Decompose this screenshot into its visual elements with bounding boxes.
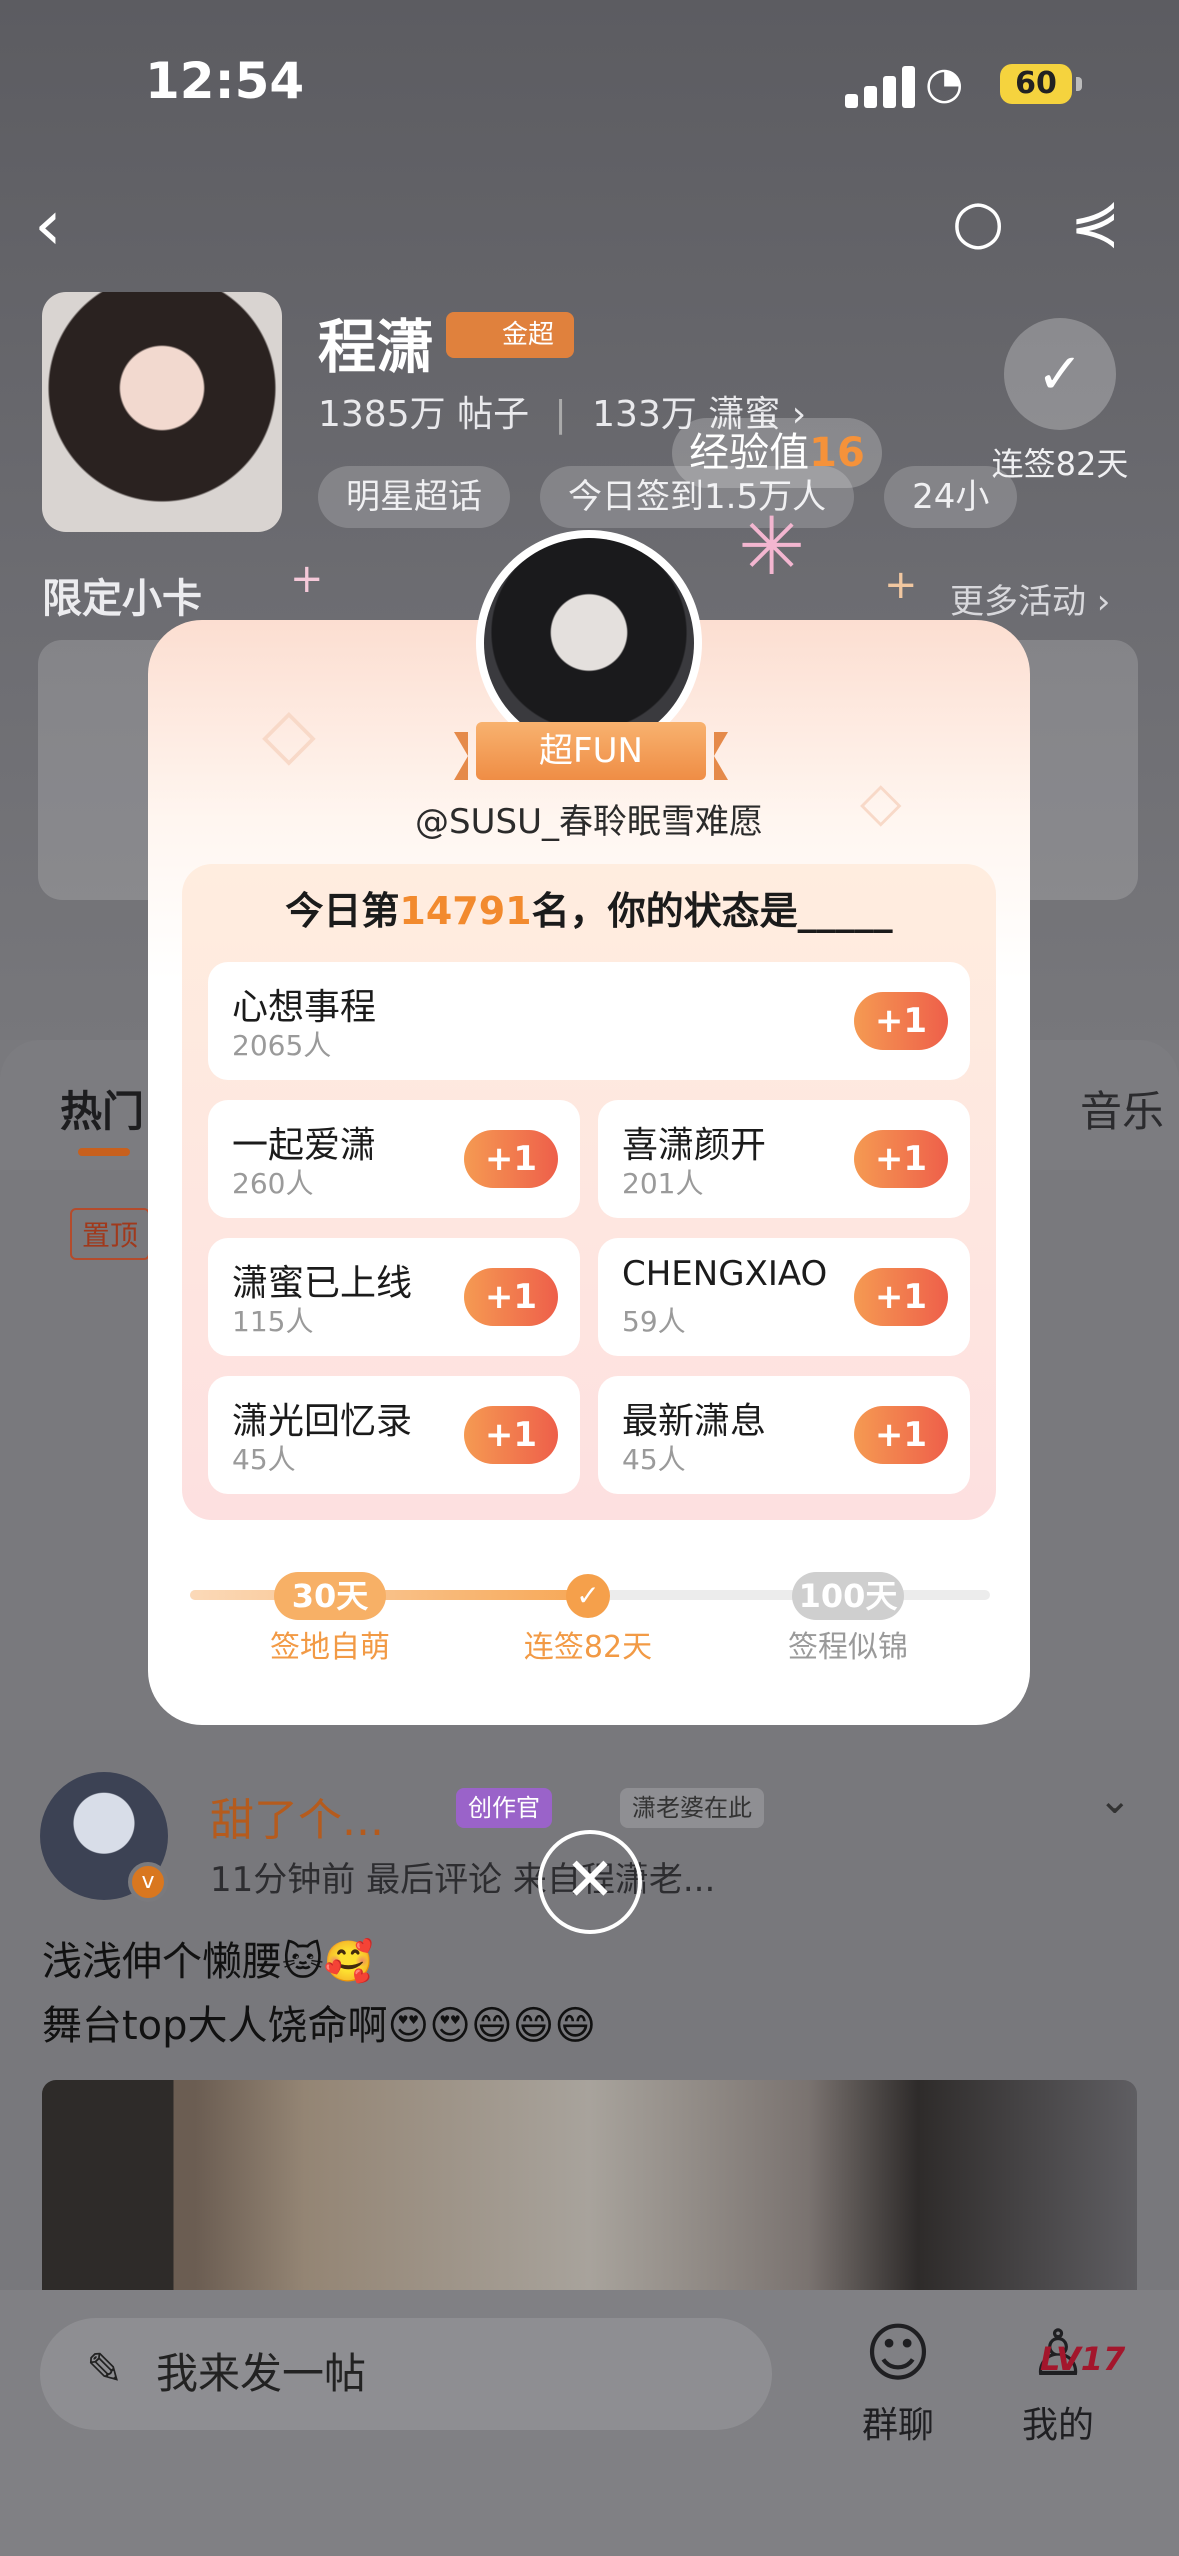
status-option-label: 喜潇颜开: [622, 1125, 767, 1166]
tab-indicator: [78, 1148, 130, 1156]
milestone-100-pill: 100天: [792, 1572, 904, 1620]
calendar-check-icon: ✓: [1004, 318, 1116, 430]
pen-icon: ✎: [86, 2344, 123, 2395]
post-line-1: 浅浅伸个懒腰🐱🥰: [42, 1939, 374, 1985]
limited-cards-title: 限定小卡: [42, 576, 202, 622]
share-icon[interactable]: ⋞: [1070, 192, 1120, 252]
modal-username: @SUSU_春聆眠雪难愿: [415, 802, 763, 842]
fan-tag: 潇老婆在此: [620, 1788, 764, 1828]
verified-icon: v: [128, 1862, 168, 1902]
checkin-streak: 连签82天: [991, 445, 1129, 483]
topic-avatar: [42, 292, 282, 532]
tab-music[interactable]: 音乐: [1080, 1078, 1164, 1139]
exp-label: 经验值: [689, 430, 810, 476]
checkin-status[interactable]: ✓ 连签82天: [990, 318, 1130, 486]
diamond-decoration: ◇: [262, 692, 316, 774]
rank-number: 14791: [399, 889, 532, 933]
gold-super-badge: 金超: [446, 312, 574, 358]
burst-decoration: ✳: [738, 500, 806, 593]
mine-label: 我的: [1021, 2405, 1094, 2446]
status-option-count: 115人: [232, 1305, 314, 1338]
creator-tag: 创作官: [456, 1788, 552, 1828]
compose-input[interactable]: 我来发一帖: [40, 2318, 772, 2430]
check-icon: ✓: [566, 1574, 610, 1618]
plus-one-button[interactable]: +1: [854, 1406, 948, 1464]
post-text: 浅浅伸个懒腰🐱🥰 舞台top大人饶命啊😍😍😄😄😄: [42, 1930, 596, 2058]
status-option-label: 潇光回忆录: [232, 1401, 413, 1442]
status-option-count: 201人: [622, 1167, 704, 1200]
mine-button[interactable]: ♙ 我的: [998, 2312, 1118, 2448]
status-option[interactable]: 潇蜜已上线 115人 +1: [208, 1238, 580, 1356]
status-option-count: 45人: [622, 1443, 686, 1476]
group-chat-label: 群聊: [861, 2405, 934, 2446]
chip-star-topic[interactable]: 明星超话: [318, 466, 510, 528]
more-activities-link[interactable]: 更多活动 ›: [950, 574, 1110, 623]
group-chat-button[interactable]: ☺ 群聊: [838, 2312, 958, 2448]
plus-one-button[interactable]: +1: [854, 1130, 948, 1188]
search-icon[interactable]: ○: [952, 192, 1004, 252]
status-time: 12:54: [145, 52, 305, 110]
back-icon[interactable]: ‹: [34, 190, 62, 260]
battery-icon: 60: [1000, 64, 1082, 104]
super-fun-ribbon: 超FUN: [454, 722, 728, 780]
status-option[interactable]: 潇光回忆录 45人 +1: [208, 1376, 580, 1494]
sparkle-decoration: +: [290, 556, 324, 602]
status-option-label: 最新潇息: [622, 1401, 767, 1442]
pinned-badge: 置顶: [70, 1208, 151, 1260]
plus-one-button[interactable]: +1: [854, 1268, 948, 1326]
chevron-down-icon[interactable]: ⌄: [1098, 1780, 1132, 1820]
exp-bubble: 经验值16: [672, 418, 882, 488]
status-option[interactable]: CHENGXIAO 59人 +1: [598, 1238, 970, 1356]
post-author-name[interactable]: 甜了个...: [210, 1784, 384, 1848]
post-line-2: 舞台top大人饶命啊😍😍😄😄😄: [42, 2003, 597, 2049]
milestone-current-label: 连签82天: [523, 1630, 653, 1665]
rank-prefix: 今日第: [285, 889, 400, 933]
plus-one-button[interactable]: +1: [464, 1268, 558, 1326]
milestone-100-label: 签程似锦: [788, 1630, 908, 1665]
plus-one-button[interactable]: +1: [854, 992, 948, 1050]
posts-count: 1385万: [318, 394, 446, 435]
status-option-count: 2065人: [232, 1029, 332, 1062]
status-bar: 12:54 ◔ 60: [0, 0, 1179, 170]
status-option-label: 心想事程: [232, 987, 377, 1028]
exp-value: 16: [809, 430, 865, 476]
status-option[interactable]: 一起爱潇 260人 +1: [208, 1100, 580, 1218]
group-chat-icon: ☺: [864, 2317, 932, 2391]
sparkle-decoration: +: [884, 562, 918, 608]
status-option-count: 260人: [232, 1167, 314, 1200]
topic-chips: 明星超话 今日签到1.5万人 24小: [318, 466, 1018, 528]
plus-one-button[interactable]: +1: [464, 1130, 558, 1188]
milestone-30-pill: 30天: [274, 1572, 386, 1620]
close-modal-button[interactable]: ✕: [538, 1830, 642, 1934]
status-option[interactable]: 喜潇颜开 201人 +1: [598, 1100, 970, 1218]
status-option-count: 59人: [622, 1305, 686, 1338]
status-option-label: 潇蜜已上线: [232, 1263, 413, 1304]
status-option-label: 一起爱潇: [232, 1125, 377, 1166]
tab-hot[interactable]: 热门: [60, 1078, 144, 1139]
cellular-icon: [845, 62, 915, 108]
wifi-icon: ◔: [925, 58, 964, 109]
status-option[interactable]: 心想事程 2065人 +1: [208, 962, 970, 1080]
rank-suffix: 名，你的状态是_____: [531, 889, 893, 933]
status-option-label: CHENGXIAO: [622, 1254, 828, 1294]
status-option-count: 45人: [232, 1443, 296, 1476]
milestone-30-label: 签地自萌: [270, 1630, 390, 1665]
plus-one-button[interactable]: +1: [464, 1406, 558, 1464]
status-option[interactable]: 最新潇息 45人 +1: [598, 1376, 970, 1494]
posts-label: 帖子: [457, 394, 530, 435]
topic-name: 程潇: [318, 313, 435, 381]
level-badge: LV17: [1040, 2340, 1126, 2378]
streak-progress-fill: [190, 1590, 590, 1600]
rank-title: 今日第14791名，你的状态是_____: [182, 880, 996, 935]
